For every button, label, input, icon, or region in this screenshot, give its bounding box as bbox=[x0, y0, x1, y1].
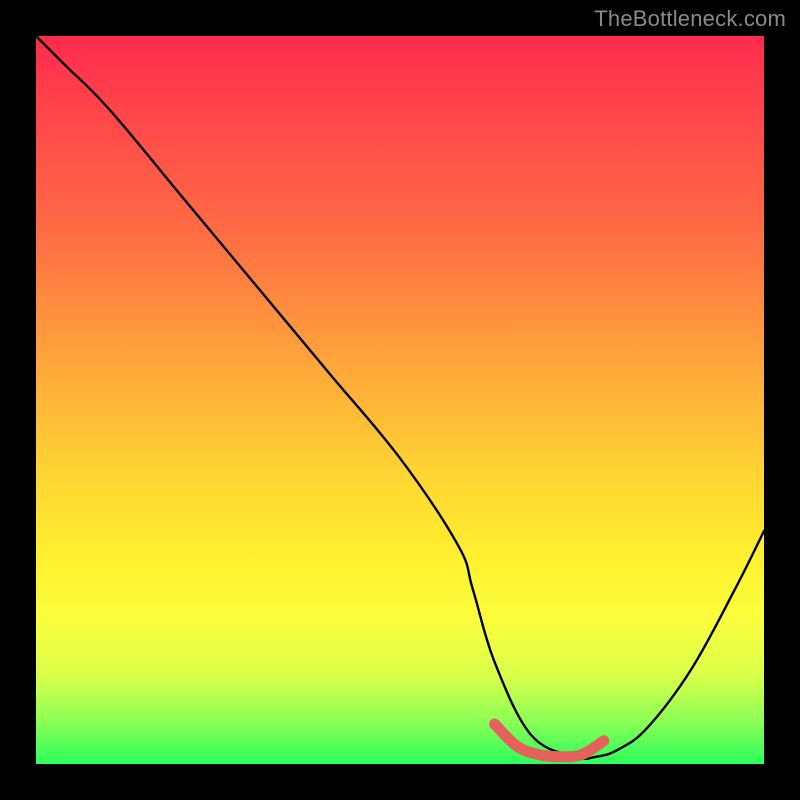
chart-svg bbox=[36, 36, 764, 764]
gradient-plot-area bbox=[36, 36, 764, 764]
watermark-text: TheBottleneck.com bbox=[594, 6, 786, 32]
bottleneck-curve-path bbox=[36, 36, 764, 759]
chart-frame: TheBottleneck.com bbox=[0, 0, 800, 800]
optimal-range-path bbox=[495, 724, 604, 757]
